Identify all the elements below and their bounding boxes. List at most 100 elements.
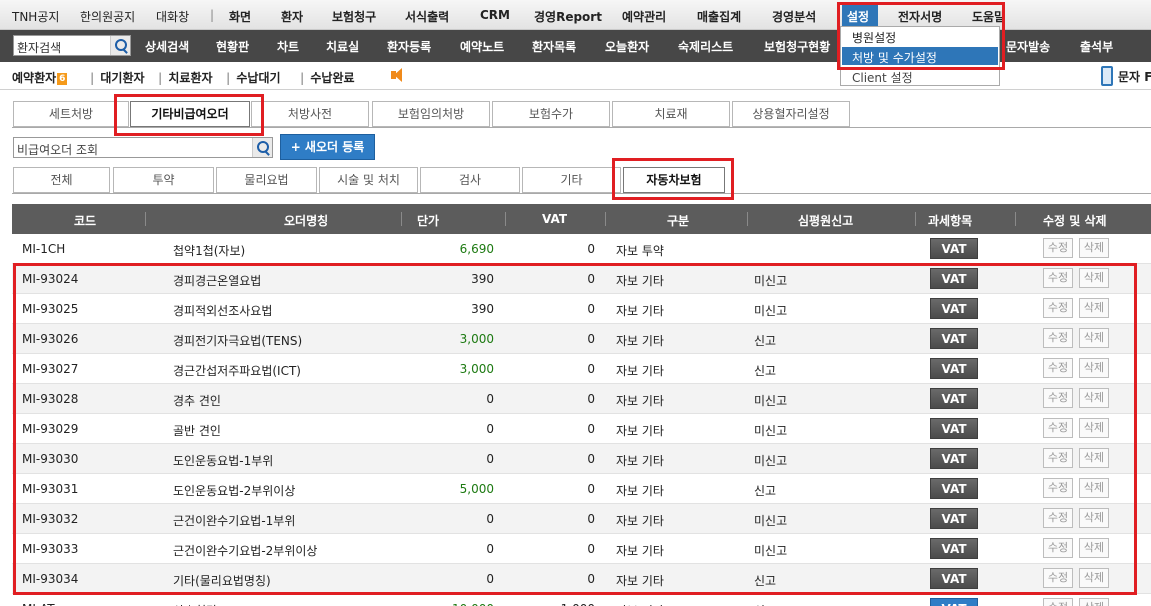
search-icon[interactable] [252,138,272,157]
table-row[interactable]: MI-1CH 첩약1첩(자보) 6,690 0 자보 투약 VAT 수정 삭제 [12,234,1151,264]
cell-order-name: 상호침탕 [173,602,217,606]
toolbar-chart[interactable]: 차트 [277,38,299,55]
reserved-patients-link[interactable]: 예약환자 6 [12,69,68,86]
header-category: 구분 [667,214,690,228]
vat-toggle-button[interactable]: VAT [930,238,978,259]
tab-treatment-material[interactable]: 치료재 [612,101,730,127]
tab-prescription-dictionary[interactable]: 처방사전 [251,101,369,127]
treating-patients-label: 치료환자 [168,71,213,85]
header-tax-item: 과세항목 [928,214,973,228]
menu-form-print[interactable]: 서식출력 [405,8,449,25]
cell-unit-price: 6,690 [459,242,494,256]
header-divider [747,212,748,226]
payment-done-label: 수납완료 [310,71,355,85]
tab-common-acupoint-settings[interactable]: 상용혈자리설정 [732,101,850,127]
toolbar-homework-list[interactable]: 숙제리스트 [678,38,733,55]
header-edit-delete: 수정 및 삭제 [1043,214,1107,228]
payment-waiting-label: 수납대기 [236,71,281,85]
header-vat: VAT [542,212,568,226]
cell-category: 자보 기타 [616,602,664,606]
speaker-icon[interactable] [390,67,408,83]
toolbar-reservation-note[interactable]: 예약노트 [460,38,504,55]
subtab-physical-therapy[interactable]: 물리요법 [216,167,317,193]
cell-code: MI-1CH [22,242,66,256]
menu-screen[interactable]: 화면 [229,8,251,25]
toolbar-today-patients[interactable]: 오늘환자 [605,38,649,55]
toolbar-attendance[interactable]: 출석부 [1080,38,1113,55]
toolbar-claim-status[interactable]: 보험청구현황 [764,38,830,55]
notice-clinic-link[interactable]: 한의원공지 [80,8,135,25]
chat-link[interactable]: 대화창 [156,8,189,25]
toolbar-status-board[interactable]: 현황판 [216,38,249,55]
treating-patients-link[interactable]: | 치료환자 [158,69,213,86]
menu-crm[interactable]: CRM [480,8,510,22]
header-unit-price: 단가 [417,214,440,228]
edit-button[interactable]: 수정 [1043,598,1073,606]
toolbar-patient-list[interactable]: 환자목록 [532,38,576,55]
notice-tnh-link[interactable]: TNH공지 [12,8,59,25]
header-order-name: 오더명칭 [284,214,329,228]
edit-button[interactable]: 수정 [1043,238,1073,258]
header-divider [145,212,146,226]
waiting-patients-link[interactable]: | 대기환자 [90,69,145,86]
toolbar-treatment-room[interactable]: 치료실 [326,38,359,55]
subtab-medication[interactable]: 투약 [113,167,214,193]
toolbar-patient-register[interactable]: 환자등록 [387,38,431,55]
payment-done-link[interactable]: | 수납완료 [300,69,355,86]
header-hira-report: 심평원신고 [798,214,854,228]
toolbar-detail-search[interactable]: 상세검색 [145,38,189,55]
phone-icon[interactable] [1101,66,1113,86]
highlight-box-auto-insurance-tab [612,158,734,200]
highlight-box-auto-insurance-rows [13,263,1137,595]
payment-waiting-link[interactable]: | 수납대기 [226,69,281,86]
subtab-etc[interactable]: 기타 [522,167,621,193]
subtab-baseline [12,193,1151,194]
menu-insurance-claim[interactable]: 보험청구 [332,8,376,25]
header-divider [401,212,402,226]
table-row[interactable]: MI-AT 상호침탕 10,000 1,000 자보 기타 신고 VAT 수정 삭제 [12,594,1151,606]
header-divider [505,212,506,226]
order-search-input[interactable]: 비급여오더 조회 [13,137,273,158]
highlight-box-settings-menu [837,2,1005,70]
new-order-button[interactable]: + 새오더 등록 [280,134,375,160]
cell-order-name: 첩약1첩(자보) [173,244,246,258]
toolbar-send-sms[interactable]: 문자발송 [1006,38,1050,55]
menu-divider: | [210,8,215,22]
patient-search-placeholder: 환자검색 [17,41,62,55]
menu-patient[interactable]: 환자 [281,8,303,25]
header-divider [1015,212,1016,226]
delete-button[interactable]: 삭제 [1079,238,1109,258]
tab-insurance-fee[interactable]: 보험수가 [492,101,610,127]
sms-link[interactable]: 문자 F [1118,68,1151,85]
menu-sales[interactable]: 매출집계 [697,8,741,25]
reserved-patients-label: 예약환자 [12,71,57,85]
header-divider [605,212,606,226]
patient-search-input[interactable]: 환자검색 [13,35,131,56]
subtab-test[interactable]: 검사 [420,167,520,193]
subtab-all[interactable]: 전체 [13,167,110,193]
reserved-count-badge: 6 [57,73,68,85]
cell-vat: 1,000 [555,602,595,606]
order-table-header: 코드 오더명칭 단가 VAT 구분 심평원신고 과세항목 수정 및 삭제 [12,204,1151,234]
cell-category: 자보 투약 [616,244,664,258]
tab-insurance-custom-prescription[interactable]: 보험임의처방 [372,101,490,127]
delete-button[interactable]: 삭제 [1079,598,1109,606]
app-window: TNH공지 한의원공지 대화창 | 화면 환자 보험청구 서식출력 CRM 경영… [0,0,1151,606]
vat-toggle-button[interactable]: VAT [930,598,978,606]
highlight-box-order-tab [114,94,264,136]
tab-set-prescription[interactable]: 세트처방 [13,101,129,127]
subtab-procedure[interactable]: 시술 및 처치 [319,167,418,193]
menu-analysis[interactable]: 경영분석 [772,8,816,25]
menu-reservation[interactable]: 예약관리 [622,8,666,25]
search-icon[interactable] [110,36,130,55]
cell-hira-report: 신고 [754,602,776,606]
order-search-placeholder: 비급여오더 조회 [17,143,99,157]
header-code: 코드 [74,214,97,228]
cell-code: MI-AT [22,602,55,606]
cell-vat: 0 [587,242,595,256]
menu-report[interactable]: 경영Report [534,8,602,25]
dropdown-client-settings[interactable]: Client 설정 [852,69,913,86]
cell-unit-price: 10,000 [394,602,494,606]
waiting-patients-label: 대기환자 [100,71,145,85]
header-divider [915,212,916,226]
